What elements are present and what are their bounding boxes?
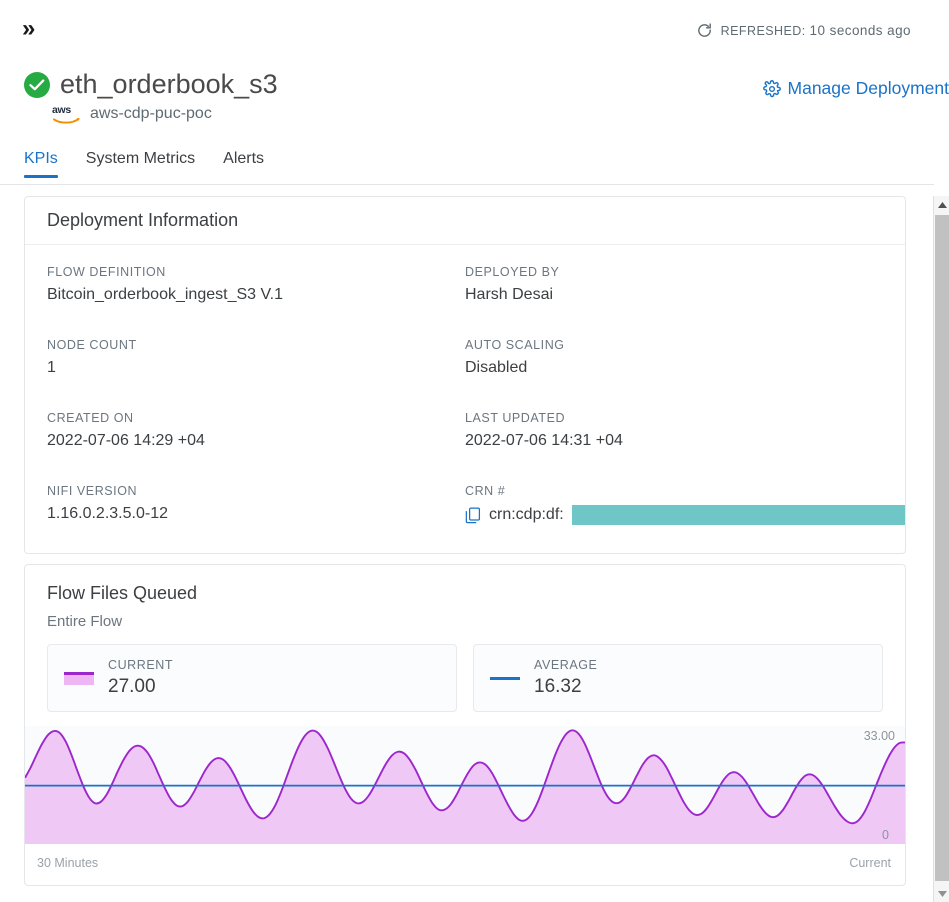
field-auto-scaling-label: AUTO SCALING (465, 338, 565, 352)
field-nifi-version-value: 1.16.0.2.3.5.0-12 (47, 505, 168, 522)
stat-average-value: 16.32 (534, 676, 582, 697)
refreshed-text: REFRESHED: 10 seconds ago (721, 23, 911, 38)
refreshed-value: 10 seconds ago (809, 23, 911, 38)
field-nifi-version-label: NIFI VERSION (47, 484, 138, 498)
field-deployed-by-label: DEPLOYED BY (465, 265, 560, 279)
flow-files-title: Flow Files Queued (47, 583, 198, 603)
crn-prefix: crn:cdp:df: (489, 506, 564, 523)
deployment-info-grid: FLOW DEFINITION Bitcoin_orderbook_ingest… (25, 245, 905, 534)
field-created-on-label: CREATED ON (47, 411, 134, 425)
deployment-information-panel: Deployment Information FLOW DEFINITION B… (24, 196, 906, 554)
chart-y-max-label: 33.00 (861, 729, 897, 743)
field-last-updated-value: 2022-07-06 14:31 +04 (465, 432, 623, 449)
field-node-count: NODE COUNT 1 (47, 338, 465, 388)
gear-icon[interactable] (762, 79, 781, 98)
page-title: eth_orderbook_s3 (60, 69, 278, 99)
flow-files-subtitle: Entire Flow (47, 613, 123, 630)
flow-files-chart: 33.00 0 (25, 726, 905, 844)
field-crn: CRN # crn:cdp:df: (465, 484, 905, 534)
field-crn-value: crn:cdp:df: (465, 505, 905, 525)
aws-logo-icon: aws (52, 104, 82, 124)
refresh-status[interactable]: REFRESHED: 10 seconds ago (696, 22, 911, 39)
tab-system-metrics[interactable]: System Metrics (72, 150, 209, 178)
refresh-icon[interactable] (696, 22, 713, 39)
field-node-count-label: NODE COUNT (47, 338, 137, 352)
field-nifi-version: NIFI VERSION 1.16.0.2.3.5.0-12 (47, 484, 465, 534)
environment-row: aws aws-cdp-puc-poc (52, 104, 212, 124)
tab-kpis[interactable]: KPIs (24, 150, 72, 178)
deployment-panel-title: Deployment Information (47, 210, 239, 230)
tab-kpis-label: KPIs (24, 150, 58, 167)
deployment-panel-header: Deployment Information (25, 197, 905, 245)
chart-x-end-label: Current (849, 856, 891, 870)
field-flow-definition: FLOW DEFINITION Bitcoin_orderbook_ingest… (47, 265, 465, 315)
line-swatch (490, 676, 520, 680)
tab-bar: KPIs System Metrics Alerts (24, 150, 911, 184)
environment-name: aws-cdp-puc-poc (90, 105, 212, 122)
chart-x-start-label: 30 Minutes (37, 856, 99, 870)
chart-area-fill (25, 730, 905, 844)
stat-current-value: 27.00 (108, 676, 156, 697)
top-bar: » REFRESHED: 10 seconds ago (0, 0, 911, 56)
tab-alerts[interactable]: Alerts (209, 150, 278, 178)
field-deployed-by-value: Harsh Desai (465, 286, 554, 303)
refreshed-label: REFRESHED: (720, 24, 806, 38)
crn-redaction-bar (571, 505, 905, 525)
field-crn-label: CRN # (465, 484, 506, 498)
chart-footer: 30 Minutes Current (25, 844, 905, 882)
field-created-on-value: 2022-07-06 14:29 +04 (47, 432, 205, 449)
field-flow-definition-value: Bitcoin_orderbook_ingest_S3 V.1 (47, 286, 284, 303)
field-last-updated-label: LAST UPDATED (465, 411, 566, 425)
tab-divider (0, 184, 934, 185)
field-created-on: CREATED ON 2022-07-06 14:29 +04 (47, 411, 465, 461)
manage-deployment-label: Manage Deployment (787, 78, 949, 98)
tab-alerts-label: Alerts (223, 150, 265, 167)
field-auto-scaling-value: Disabled (465, 359, 528, 376)
stat-card-current: CURRENT 27.00 (47, 644, 457, 712)
deployment-kpis-page: » REFRESHED: 10 seconds ago eth_orderboo… (0, 0, 949, 902)
deployment-title-row: eth_orderbook_s3 (24, 71, 278, 98)
flow-files-queued-panel: Flow Files Queued Entire Flow CURRENT 27… (24, 564, 906, 886)
check-circle-icon (24, 71, 50, 98)
field-last-updated: LAST UPDATED 2022-07-06 14:31 +04 (465, 411, 883, 461)
copy-icon[interactable] (465, 507, 481, 524)
scrollbar-thumb[interactable] (935, 215, 949, 881)
field-auto-scaling: AUTO SCALING Disabled (465, 338, 883, 388)
flow-files-header: Flow Files Queued Entire Flow (25, 565, 905, 630)
field-node-count-value: 1 (47, 359, 56, 376)
stat-average-label: AVERAGE (534, 658, 598, 672)
stat-card-average: AVERAGE 16.32 (473, 644, 883, 712)
manage-deployment-button[interactable]: Manage Deployment (762, 78, 949, 99)
chart-y-min-label: 0 (882, 828, 889, 842)
vertical-scrollbar[interactable] (933, 196, 949, 902)
flow-files-chart-svg (25, 729, 905, 844)
scroll-up-arrow-icon[interactable] (934, 196, 949, 213)
tab-system-metrics-label: System Metrics (85, 150, 196, 167)
field-flow-definition-label: FLOW DEFINITION (47, 265, 166, 279)
flow-files-stat-row: CURRENT 27.00 AVERAGE 16.32 (25, 630, 905, 712)
scroll-down-arrow-icon[interactable] (934, 885, 949, 902)
stat-current-label: CURRENT (108, 658, 174, 672)
field-deployed-by: DEPLOYED BY Harsh Desai (465, 265, 883, 315)
area-fill-swatch (64, 671, 94, 685)
double-chevron-right-icon[interactable]: » (22, 17, 35, 41)
